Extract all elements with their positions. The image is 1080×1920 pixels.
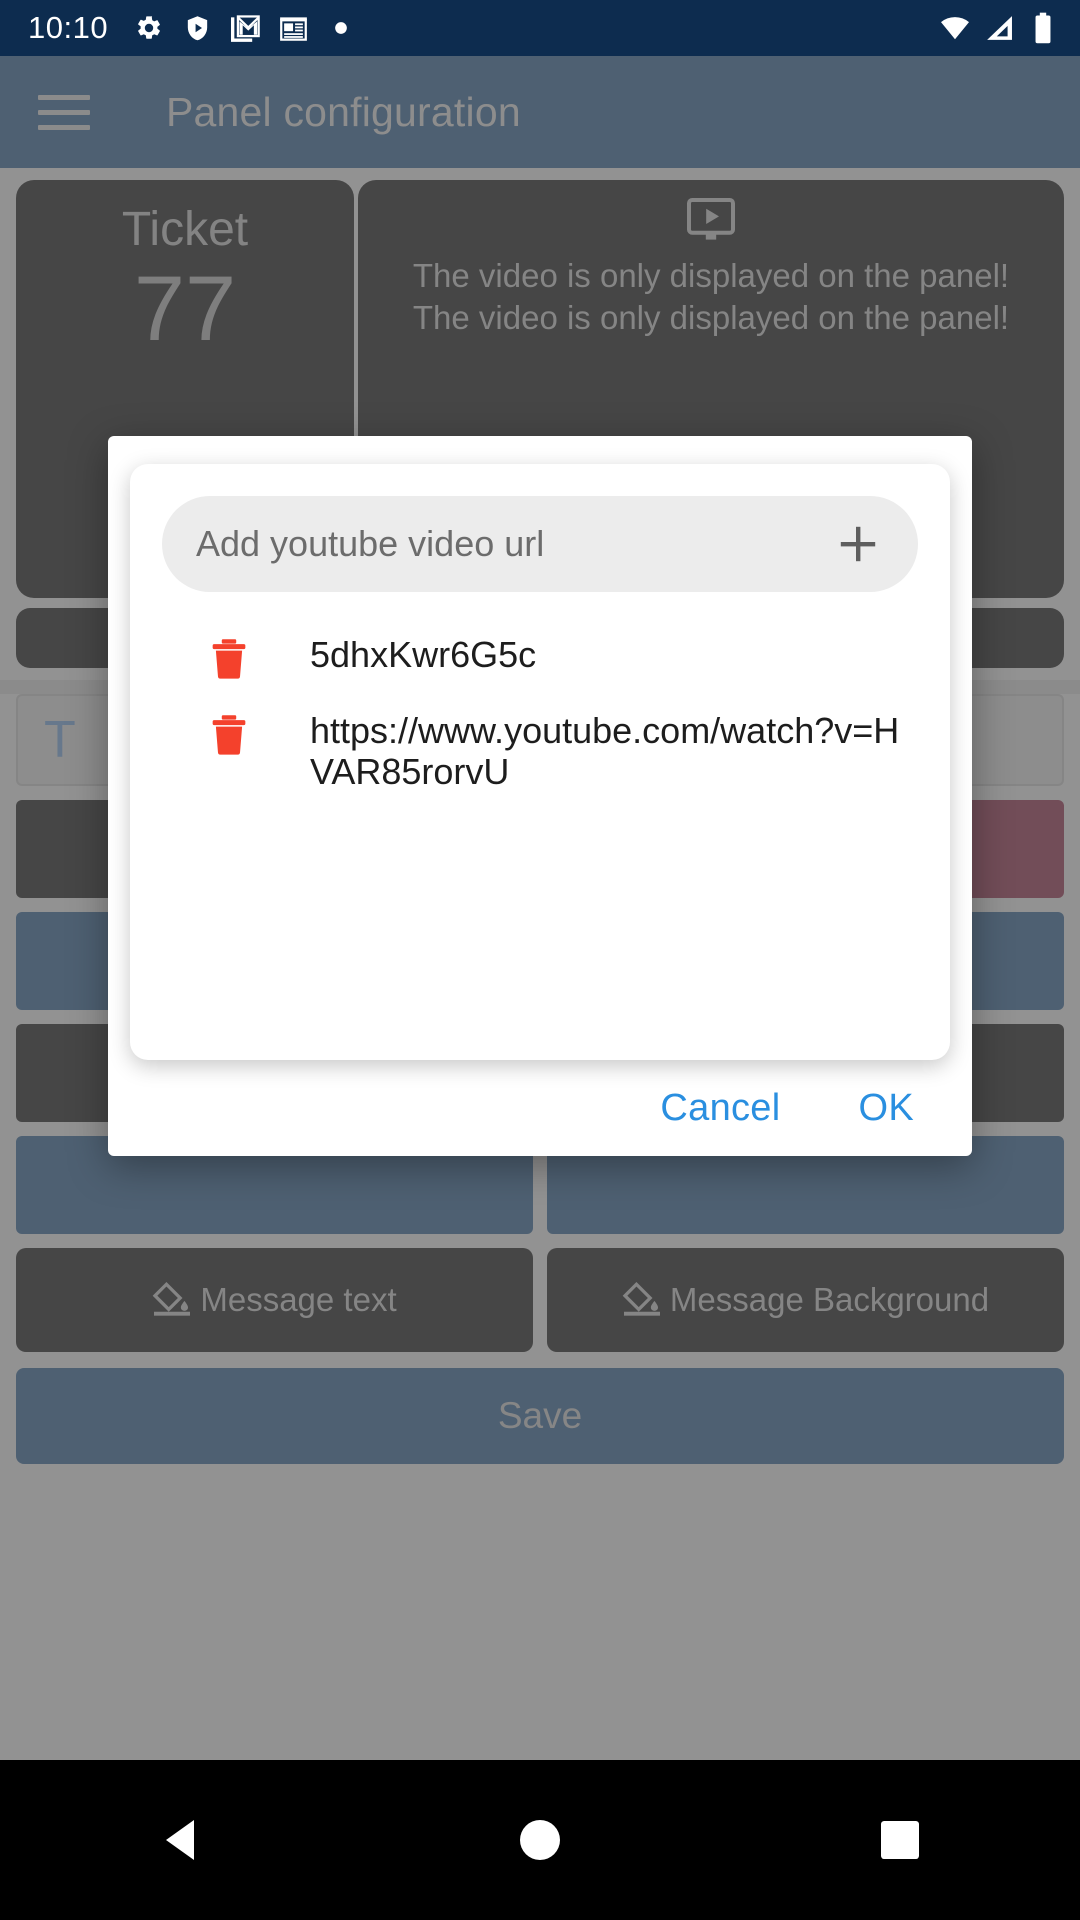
plus-icon[interactable] bbox=[832, 518, 884, 570]
gmail-icon bbox=[230, 13, 260, 43]
youtube-url-dialog: 5dhxKwr6G5c https://www.youtube.com/watc… bbox=[108, 436, 972, 1156]
battery-icon bbox=[1028, 12, 1058, 44]
home-circle-icon[interactable] bbox=[480, 1795, 600, 1885]
ok-button[interactable]: OK bbox=[840, 1075, 932, 1142]
url-text: https://www.youtube.com/watch?v=HVAR85ro… bbox=[310, 710, 900, 793]
url-input[interactable] bbox=[196, 523, 832, 565]
phone-screen: 10:10 Add youtube video url 5dhxKwr6G5c … bbox=[0, 0, 1080, 1920]
status-clock: 10:10 bbox=[28, 10, 109, 45]
trash-icon[interactable] bbox=[160, 708, 280, 756]
wifi-icon bbox=[940, 13, 970, 43]
trash-icon[interactable] bbox=[160, 632, 280, 680]
play-protect-shield-icon bbox=[182, 13, 212, 43]
system-navigation-bar bbox=[0, 1760, 1080, 1920]
list-item[interactable]: 5dhxKwr6G5c bbox=[130, 614, 950, 690]
dialog-actions: Cancel OK bbox=[108, 1060, 972, 1156]
dialog-body: 5dhxKwr6G5c https://www.youtube.com/watc… bbox=[130, 464, 950, 1060]
add-url-field[interactable] bbox=[162, 496, 918, 592]
back-triangle-icon[interactable] bbox=[120, 1795, 240, 1885]
cancel-button[interactable]: Cancel bbox=[642, 1075, 798, 1142]
dot-icon bbox=[326, 13, 356, 43]
url-text: 5dhxKwr6G5c bbox=[310, 634, 537, 675]
gear-icon bbox=[134, 13, 164, 43]
status-bar: 10:10 bbox=[0, 0, 1080, 56]
recents-square-icon[interactable] bbox=[840, 1795, 960, 1885]
news-icon bbox=[278, 13, 308, 43]
list-item[interactable]: https://www.youtube.com/watch?v=HVAR85ro… bbox=[130, 690, 950, 803]
url-list: 5dhxKwr6G5c https://www.youtube.com/watc… bbox=[130, 614, 950, 1060]
cellular-signal-icon bbox=[984, 13, 1014, 43]
